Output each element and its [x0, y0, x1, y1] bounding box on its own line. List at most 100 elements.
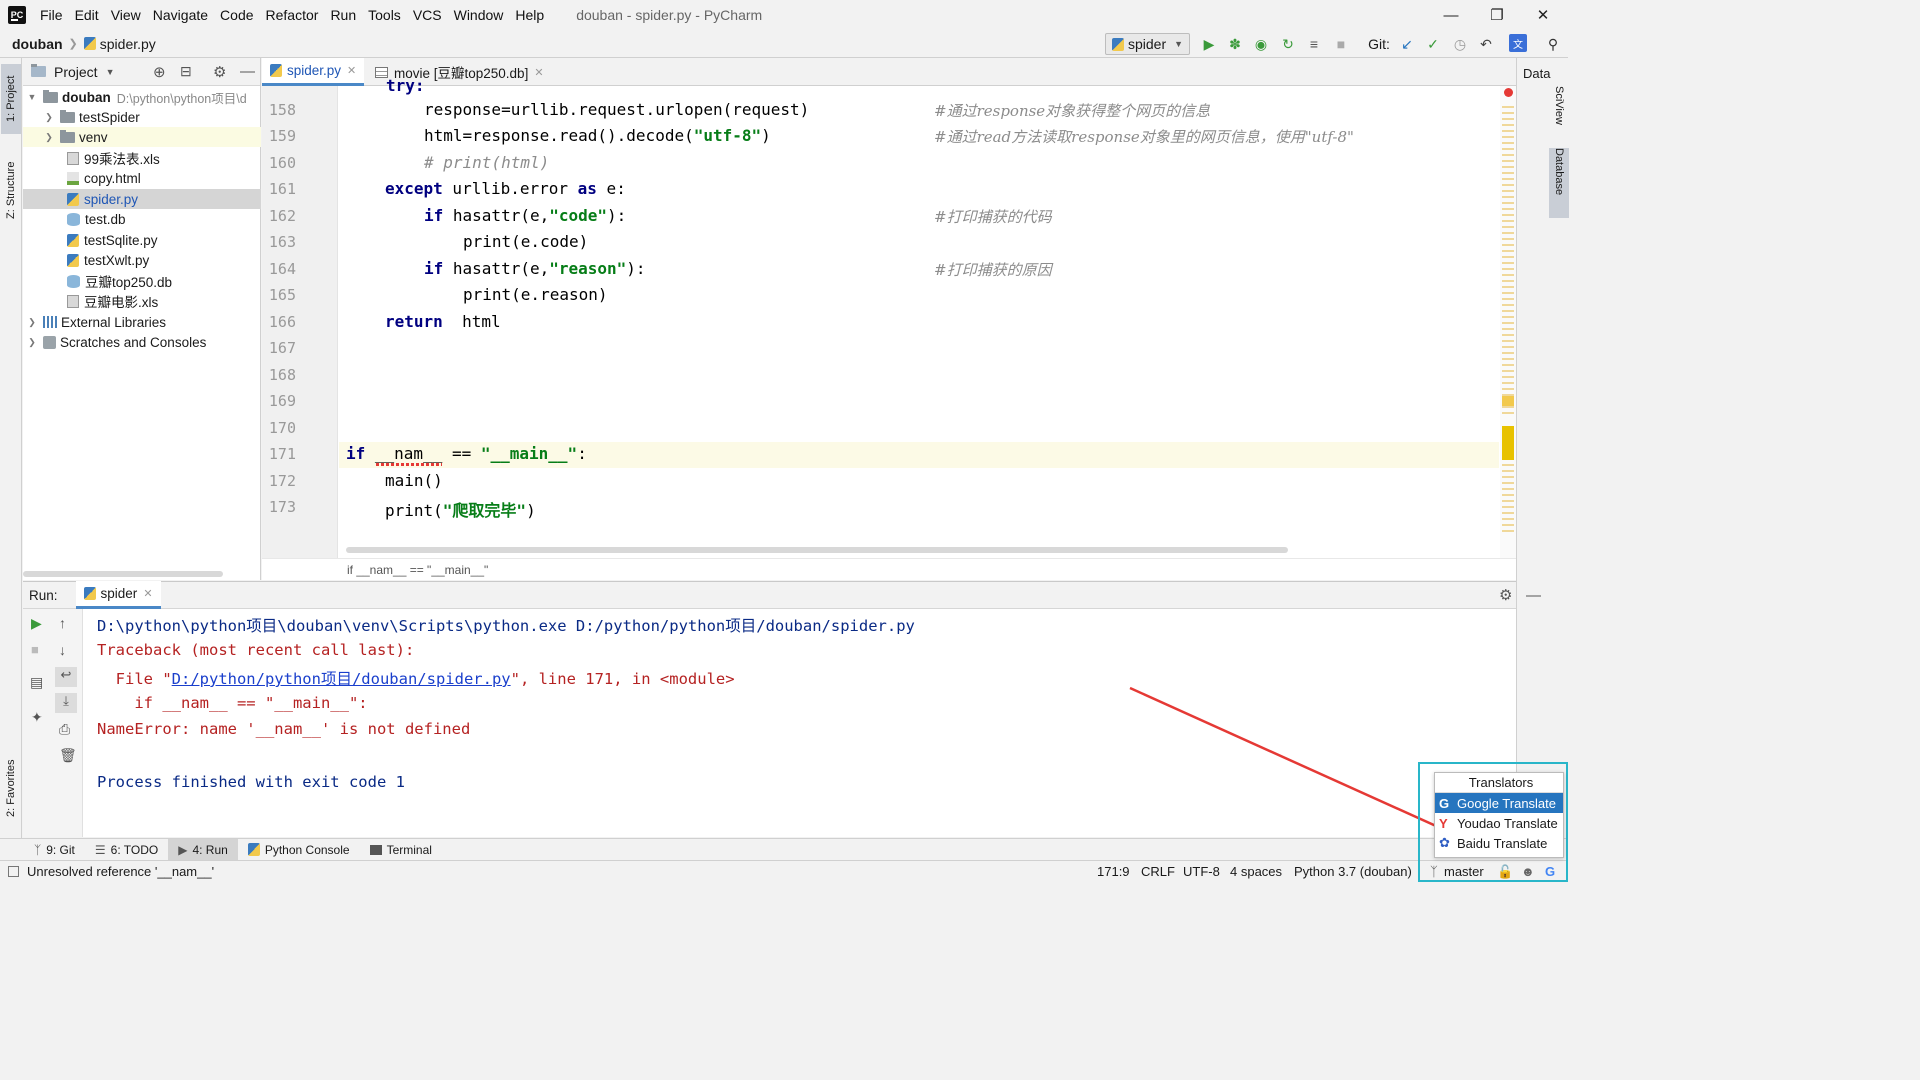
error-indicator-icon: [1504, 88, 1513, 97]
git-history-icon[interactable]: ◷: [1450, 34, 1470, 54]
translators-popup: Translators G Google Translate Y Youdao …: [1434, 772, 1564, 858]
hide-icon[interactable]: —: [240, 63, 255, 80]
pin-icon[interactable]: ✦: [31, 709, 43, 726]
tab-todo[interactable]: ☰ 6: TODO: [85, 839, 168, 861]
tree-item-douban[interactable]: ▼ douban D:\python\python项目\d: [23, 87, 261, 107]
menu-run[interactable]: Run: [324, 0, 362, 30]
line-number: 160: [268, 154, 296, 172]
status-encoding[interactable]: UTF-8: [1183, 864, 1220, 879]
trash-icon[interactable]: 🗑: [59, 747, 77, 764]
translator-youdao[interactable]: Y Youdao Translate: [1435, 813, 1563, 833]
tree-item-venv[interactable]: ❯ venv: [23, 127, 261, 147]
profile-icon[interactable]: ↻: [1278, 34, 1298, 54]
debug-icon[interactable]: ✽: [1225, 34, 1245, 54]
scroll-to-end-icon[interactable]: ⤓: [55, 693, 77, 713]
run-tab-spider[interactable]: spider ✕: [75, 581, 161, 609]
tab-spider-py[interactable]: spider.py ✕: [262, 58, 365, 86]
tree-item-file-selected[interactable]: spider.py: [23, 189, 261, 209]
tree-item-file[interactable]: testXwlt.py: [23, 250, 261, 270]
editor-breadcrumb[interactable]: if __nam__ == "__main__": [262, 558, 1516, 580]
tree-item-file[interactable]: copy.html: [23, 168, 261, 188]
baidu-icon: ✿: [1439, 835, 1450, 850]
translate-icon[interactable]: 文: [1509, 34, 1527, 52]
gear-icon[interactable]: ⚙: [213, 63, 226, 81]
scroll-up-icon[interactable]: ↑: [59, 615, 66, 631]
search-icon[interactable]: ⚲: [1543, 34, 1563, 54]
menu-vcs[interactable]: VCS: [407, 0, 448, 30]
chevron-down-icon[interactable]: ▼: [106, 67, 115, 77]
translator-baidu[interactable]: ✿ Baidu Translate: [1435, 833, 1563, 853]
menu-file[interactable]: File: [34, 0, 69, 30]
stop-icon[interactable]: ■: [31, 642, 39, 657]
editor-horizontal-scrollbar[interactable]: [346, 547, 1288, 553]
minimize-icon[interactable]: —: [1428, 0, 1474, 30]
status-toggle-icon[interactable]: [8, 866, 19, 877]
console-file-link[interactable]: D:/python/python项目/douban/spider.py: [172, 670, 511, 688]
breadcrumb-project[interactable]: douban: [12, 36, 63, 52]
menu-help[interactable]: Help: [509, 0, 550, 30]
gear-icon[interactable]: ⚙: [1499, 586, 1512, 604]
run-config-select[interactable]: spider ▼: [1105, 33, 1190, 55]
collapse-all-icon[interactable]: ⊟: [180, 63, 192, 80]
horizontal-scrollbar[interactable]: [23, 571, 223, 577]
maximize-icon[interactable]: ❐: [1474, 0, 1520, 30]
error-underline: [376, 463, 442, 466]
warning-marker: [1502, 396, 1514, 406]
rerun-icon[interactable]: ▶: [31, 615, 42, 632]
tree-item-scratches[interactable]: ❯ Scratches and Consoles: [23, 332, 261, 352]
tree-item-file[interactable]: test.db: [23, 209, 261, 229]
tab-terminal[interactable]: Terminal: [360, 839, 442, 861]
hide-icon[interactable]: —: [1526, 587, 1541, 604]
tab-sciview[interactable]: SciView: [1549, 86, 1569, 146]
close-tab-icon[interactable]: ✕: [143, 587, 152, 600]
scroll-thumb[interactable]: [1502, 426, 1514, 460]
tab-favorites[interactable]: 2: Favorites: [1, 748, 21, 828]
tab-database[interactable]: Database: [1549, 148, 1569, 218]
line-number: 159: [268, 127, 296, 145]
git-commit-icon[interactable]: ✓: [1423, 34, 1443, 54]
code-editor[interactable]: try: 158 response=urllib.request.urlopen…: [262, 76, 1516, 558]
menu-view[interactable]: View: [105, 0, 147, 30]
menu-window[interactable]: Window: [448, 0, 510, 30]
stop-icon[interactable]: ■: [1331, 34, 1351, 54]
run-icon[interactable]: ▶: [1199, 34, 1219, 54]
print-icon[interactable]: ⎙: [59, 721, 70, 738]
tree-item-file[interactable]: 豆瓣电影.xls: [23, 291, 261, 311]
tab-project[interactable]: 1: Project: [1, 64, 21, 134]
tab-run[interactable]: ▶ 4: Run: [168, 838, 238, 861]
menu-refactor[interactable]: Refactor: [260, 0, 325, 30]
status-indent[interactable]: 4 spaces: [1230, 864, 1282, 879]
breadcrumb-file[interactable]: spider.py: [100, 36, 156, 52]
tree-item-external-libraries[interactable]: ❯ External Libraries: [23, 312, 261, 332]
tab-python-console[interactable]: Python Console: [238, 839, 360, 861]
status-line-separator[interactable]: CRLF: [1141, 864, 1175, 879]
translator-google[interactable]: G Google Translate: [1435, 793, 1563, 813]
tab-git[interactable]: ᛉ 9: Git: [24, 839, 85, 861]
tab-structure[interactable]: Z: Structure: [1, 150, 21, 230]
status-position[interactable]: 171:9: [1097, 864, 1130, 879]
layout-icon[interactable]: ▤: [30, 674, 43, 691]
tree-item-testspider[interactable]: ❯ testSpider: [23, 107, 261, 127]
menu-code[interactable]: Code: [214, 0, 259, 30]
close-tab-icon[interactable]: ✕: [347, 64, 356, 77]
tree-item-file[interactable]: 豆瓣top250.db: [23, 271, 261, 291]
tree-item-file[interactable]: 99乘法表.xls: [23, 148, 261, 168]
locate-icon[interactable]: ⊕: [153, 63, 166, 81]
git-rollback-icon[interactable]: ↶: [1476, 34, 1496, 54]
run-panel-header: Run: spider ✕ ⚙ —: [23, 581, 1541, 609]
git-update-icon[interactable]: ↙: [1397, 34, 1417, 54]
coverage-icon[interactable]: ◉: [1251, 34, 1271, 54]
soft-wrap-icon[interactable]: ↩: [55, 667, 77, 687]
project-panel-title[interactable]: Project: [54, 64, 98, 80]
status-interpreter[interactable]: Python 3.7 (douban): [1294, 864, 1412, 879]
concurrency-icon[interactable]: ≡: [1304, 34, 1324, 54]
line-number: 165: [268, 286, 296, 304]
run-console[interactable]: ▶ ↑ ■ ↓ ↩ ▤ ⤓ ✦ ⎙ 🗑 D:\python\python项目\d…: [23, 609, 1516, 837]
scroll-down-icon[interactable]: ↓: [59, 642, 66, 658]
close-tab-icon[interactable]: ✕: [534, 66, 543, 79]
tree-item-file[interactable]: testSqlite.py: [23, 230, 261, 250]
menu-tools[interactable]: Tools: [362, 0, 407, 30]
menu-navigate[interactable]: Navigate: [147, 0, 214, 30]
menu-edit[interactable]: Edit: [69, 0, 105, 30]
close-icon[interactable]: ✕: [1520, 0, 1566, 30]
